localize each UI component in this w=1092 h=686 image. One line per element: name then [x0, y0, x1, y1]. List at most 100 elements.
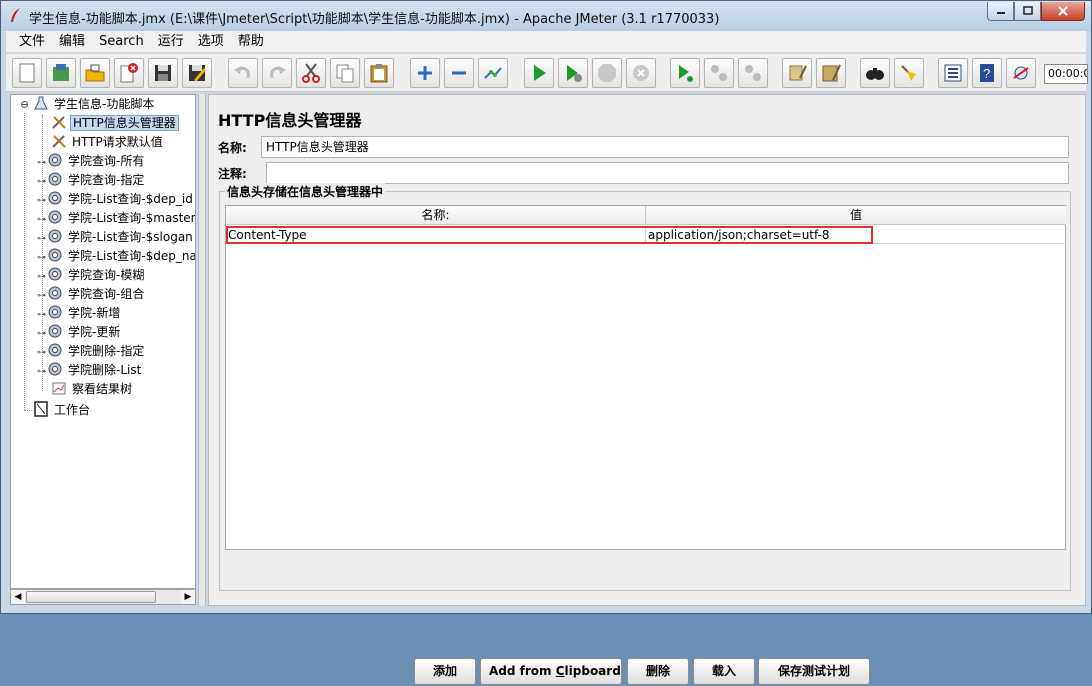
scroll-right-icon[interactable]: ▶	[181, 590, 195, 604]
delete-button[interactable]: 删除	[627, 658, 689, 685]
tree-item-test-plan[interactable]: 学生信息-功能脚本	[33, 95, 156, 114]
clear-all-icon	[822, 64, 841, 82]
tree-item-label: 学院查询-指定	[68, 173, 145, 187]
save-as-icon	[189, 65, 206, 82]
tree-item-sampler[interactable]: ⊶ 学院-更新	[37, 323, 122, 342]
close-icon	[1058, 6, 1068, 16]
remote-button[interactable]	[1006, 58, 1036, 88]
menu-bar: 文件 编辑 Search 运行 选项 帮助	[6, 31, 1086, 53]
tree-item-sampler[interactable]: ⊶ 学院-List查询-$master	[37, 209, 195, 228]
help-button[interactable]: ?	[972, 58, 1002, 88]
maximize-button[interactable]	[1014, 2, 1041, 21]
tree-item-view-results-tree[interactable]: 察看结果树	[51, 380, 134, 399]
toggle-button[interactable]	[478, 58, 508, 88]
remote-shutdown-button[interactable]	[738, 58, 768, 88]
menu-search[interactable]: Search	[92, 32, 151, 52]
start-no-pause-icon	[567, 65, 582, 82]
menu-file[interactable]: 文件	[12, 32, 52, 52]
save-test-plan-button[interactable]: 保存测试计划	[758, 658, 870, 685]
scroll-left-icon[interactable]: ◀	[11, 590, 25, 604]
remote-stop-button[interactable]	[704, 58, 734, 88]
collapse-node-icon[interactable]	[20, 100, 29, 109]
tree-item-workbench[interactable]: 工作台	[33, 401, 92, 420]
collapse-all-button[interactable]	[444, 58, 474, 88]
search-button[interactable]	[860, 58, 890, 88]
tree-item-sampler[interactable]: ⊶ 学院查询-所有	[37, 152, 146, 171]
menu-options[interactable]: 选项	[191, 32, 231, 52]
tree-item-sampler[interactable]: ⊶ 学院删除-指定	[37, 342, 146, 361]
start-icon	[534, 65, 546, 81]
split-pane-divider[interactable]	[198, 94, 206, 606]
tree-item-label: 学院查询-组合	[68, 287, 145, 301]
paste-button[interactable]	[364, 58, 394, 88]
tree-item-sampler[interactable]: ⊶ 学院-List查询-$dep_id	[37, 190, 195, 209]
headers-table[interactable]: 名称: 值 Content-Type application/json;char…	[225, 205, 1066, 550]
tree-item-sampler[interactable]: ⊶ 学院-新增	[37, 304, 122, 323]
add-from-clipboard-button[interactable]: Add from Clipboard	[480, 658, 622, 685]
save-button[interactable]	[148, 58, 178, 88]
copy-icon	[336, 64, 354, 83]
tree-item-label: 察看结果树	[72, 382, 133, 396]
comment-label: 注释:	[218, 167, 247, 181]
clear-all-button[interactable]	[816, 58, 846, 88]
tree-item-sampler[interactable]: ⊶ 学院查询-组合	[37, 285, 146, 304]
add-button[interactable]: 添加	[414, 658, 476, 685]
templates-button[interactable]	[46, 58, 76, 88]
copy-button[interactable]	[330, 58, 360, 88]
tree-item-sampler[interactable]: ⊶ 学院查询-模糊	[37, 266, 146, 285]
load-button[interactable]: 载入	[693, 658, 755, 685]
start-button[interactable]	[524, 58, 554, 88]
tree-item-label: HTTP请求默认值	[72, 135, 163, 149]
tree-item-sampler[interactable]: ⊶ 学院删除-List	[37, 361, 143, 380]
redo-button[interactable]	[262, 58, 292, 88]
cut-button[interactable]	[296, 58, 326, 88]
reset-search-icon	[901, 65, 916, 81]
tree-item-sampler[interactable]: ⊶ 学院查询-指定	[37, 171, 146, 190]
column-header-name[interactable]: 名称:	[226, 206, 646, 225]
function-helper-button[interactable]	[938, 58, 968, 88]
reset-search-button[interactable]	[894, 58, 924, 88]
clear-icon	[789, 65, 807, 81]
comment-field[interactable]	[266, 162, 1069, 184]
scroll-thumb[interactable]	[26, 591, 156, 603]
stop-button[interactable]	[592, 58, 622, 88]
name-field[interactable]: HTTP信息头管理器	[261, 136, 1069, 158]
toolbar: ? 00:00:00	[6, 54, 1088, 92]
close-window-button[interactable]	[1041, 2, 1085, 21]
templates-icon	[53, 64, 69, 81]
expand-all-button[interactable]	[410, 58, 440, 88]
tree-item-label: 学院-List查询-$dep_id	[68, 192, 193, 206]
minimize-button[interactable]	[987, 2, 1014, 21]
search-icon	[866, 68, 884, 80]
expand-icon	[418, 66, 432, 80]
clear-button[interactable]	[782, 58, 812, 88]
tree-item-http-header-manager[interactable]: HTTP信息头管理器	[51, 114, 179, 133]
open-button[interactable]	[80, 58, 110, 88]
tree-item-label: 学生信息-功能脚本	[54, 97, 155, 111]
name-row: 名称: HTTP信息头管理器	[218, 136, 1070, 158]
menu-edit[interactable]: 编辑	[52, 32, 92, 52]
tree-item-sampler[interactable]: ⊶ 学院-List查询-$slogan	[37, 228, 195, 247]
remote-start-button[interactable]	[670, 58, 700, 88]
expand-node-icon[interactable]: ⊶	[37, 363, 47, 382]
tree-horizontal-scrollbar[interactable]: ◀ ▶	[10, 589, 196, 605]
sampler-gear-icon	[48, 153, 62, 167]
test-plan-tree[interactable]: 学生信息-功能脚本 HTTP信息头管理器 HTTP请求默认值 ⊶ 学院查询-所有 …	[10, 94, 196, 589]
shutdown-button[interactable]	[626, 58, 656, 88]
menu-run[interactable]: 运行	[151, 32, 191, 52]
save-as-button[interactable]	[182, 58, 212, 88]
add-from-clipboard-label-rest: lipboard	[564, 664, 621, 678]
sampler-gear-icon	[48, 248, 62, 262]
tree-item-label: 学院-List查询-$dep_na	[68, 249, 196, 263]
jmeter-feather-icon	[11, 8, 20, 22]
column-header-value[interactable]: 值	[646, 206, 1066, 225]
add-from-clipboard-mnemonic: C	[555, 664, 565, 678]
menu-help[interactable]: 帮助	[231, 32, 271, 52]
tree-item-http-defaults[interactable]: HTTP请求默认值	[51, 133, 165, 152]
undo-button[interactable]	[228, 58, 258, 88]
close-file-button[interactable]	[114, 58, 144, 88]
new-button[interactable]	[12, 58, 42, 88]
start-no-pause-button[interactable]	[558, 58, 588, 88]
tree-item-sampler[interactable]: ⊶ 学院-List查询-$dep_na	[37, 247, 196, 266]
workbench-icon	[34, 401, 48, 417]
